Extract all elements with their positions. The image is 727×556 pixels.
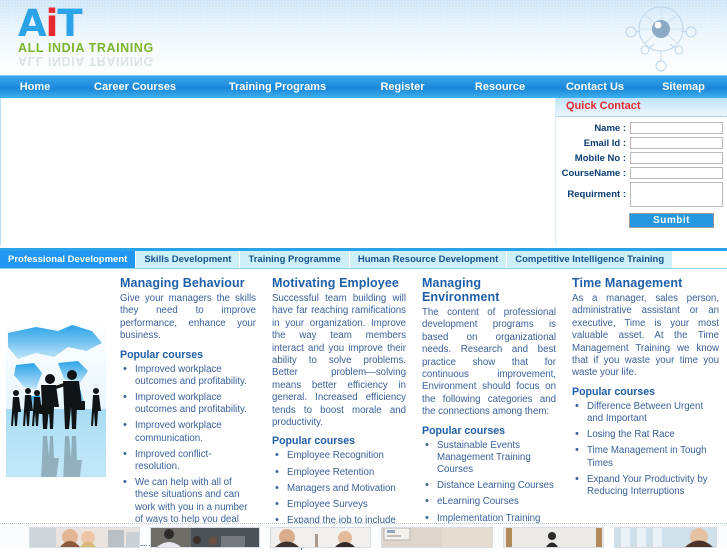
label-email-id: Email Id :: [583, 137, 626, 149]
list-item[interactable]: Employee Recognition: [275, 449, 406, 462]
logo-letter-t: T: [57, 2, 82, 45]
thumb-image: [381, 528, 493, 547]
list-item[interactable]: Managers and Motivation: [275, 482, 406, 495]
course-name-input[interactable]: [630, 167, 723, 179]
nav-item-resource[interactable]: Resource: [450, 76, 550, 98]
mobile-no-input[interactable]: [630, 152, 723, 164]
tab-professional-development[interactable]: Professional Development: [0, 251, 137, 268]
popular-courses-heading: Popular courses: [272, 435, 356, 448]
thumb-image: [30, 528, 139, 547]
popular-courses-list: Difference Between Urgent and Important …: [572, 400, 719, 498]
business-people-world-map-image: [6, 317, 106, 484]
banner-slider[interactable]: [0, 98, 556, 245]
quick-contact-title: Quick Contact: [556, 98, 727, 117]
list-item[interactable]: Improved workplace outcomes and profitab…: [123, 363, 256, 388]
list-item[interactable]: eLearning Courses: [425, 495, 556, 508]
tab-skills-development[interactable]: Skills Development: [136, 251, 241, 268]
nav-item-contact-us[interactable]: Contact Us: [550, 76, 640, 98]
field-row-name: Name :: [556, 122, 723, 134]
tab-strip-filler: [673, 251, 727, 268]
thumb-image: [504, 528, 604, 547]
column-managing-environment: Managing Environment The content of prof…: [414, 273, 564, 556]
popular-courses-heading: Popular courses: [572, 385, 656, 398]
content-columns: Managing Behaviour Give your managers th…: [0, 269, 727, 556]
nav-item-register[interactable]: Register: [355, 76, 450, 98]
site-header: AiT ALL INDIA TRAINING ALL INDIA TRAININ…: [0, 0, 727, 75]
sidebar-promo: [0, 273, 112, 556]
nav-item-home[interactable]: Home: [0, 76, 70, 98]
quick-contact-form: Name : Email Id : Mobile No : CourseName…: [556, 117, 727, 228]
column-motivating-employee: Motivating Employee Successful team buil…: [264, 273, 414, 556]
footer-thumbnail-strip: [0, 523, 727, 548]
column-body: Give your managers the skills they need …: [120, 293, 256, 342]
tab-training-programme[interactable]: Training Programme: [240, 251, 350, 268]
list-item[interactable]: Improved workplace outcomes and profitab…: [123, 391, 256, 416]
logo-letter-a: A: [18, 2, 47, 45]
list-item[interactable]: Time Management in Tough Times: [575, 444, 719, 469]
column-body: As a manager, sales person, administrati…: [572, 293, 719, 379]
column-title: Managing Behaviour: [120, 276, 245, 290]
tab-competitive-intelligence[interactable]: Competitive Intelligence Training: [507, 251, 674, 268]
logo-wordmark: AiT: [12, 4, 227, 44]
nav-item-sitemap[interactable]: Sitemap: [640, 76, 727, 98]
list-item[interactable]: Improved workplace communication.: [123, 419, 256, 444]
thumb-image: [270, 528, 370, 547]
quick-contact-panel: Quick Contact Name : Email Id : Mobile N…: [556, 98, 727, 245]
requirement-textarea[interactable]: [630, 182, 723, 207]
field-row-mobile: Mobile No :: [556, 152, 723, 164]
list-item[interactable]: Improved conflict-resolution.: [123, 448, 256, 473]
column-managing-behaviour: Managing Behaviour Give your managers th…: [112, 273, 264, 556]
globe-network-icon: [625, 6, 697, 72]
thumb-image: [615, 528, 717, 547]
list-item[interactable]: Expand Your Productivity by Reducing Int…: [575, 473, 719, 498]
field-row-course-name: CourseName :: [556, 167, 723, 179]
submit-button[interactable]: Sumbit: [629, 213, 714, 228]
column-title: Motivating Employee: [272, 276, 399, 290]
list-item[interactable]: Employee Surveys: [275, 498, 406, 511]
thumb-image: [150, 528, 259, 547]
list-item[interactable]: Difference Between Urgent and Important: [575, 400, 719, 425]
field-row-requirement: Requirment :: [556, 182, 723, 207]
page-root: AiT ALL INDIA TRAINING ALL INDIA TRAININ…: [0, 0, 727, 551]
site-logo[interactable]: AiT ALL INDIA TRAINING ALL INDIA TRAININ…: [12, 4, 227, 70]
popular-courses-heading: Popular courses: [422, 424, 506, 437]
list-item[interactable]: Losing the Rat Race: [575, 428, 719, 441]
category-tabs[interactable]: Professional Development Skills Developm…: [0, 251, 727, 269]
column-body: Successful team building will have far r…: [272, 293, 406, 429]
column-title: Time Management: [572, 276, 683, 290]
email-id-input[interactable]: [630, 137, 723, 149]
list-item[interactable]: Distance Learning Courses: [425, 479, 556, 492]
banner-row: Quick Contact Name : Email Id : Mobile N…: [0, 98, 727, 251]
column-body: The content of professional development …: [422, 307, 556, 418]
column-title: Managing Environment: [422, 276, 500, 304]
label-mobile-no: Mobile No :: [574, 152, 626, 164]
logo-letter-i: i: [45, 2, 59, 45]
label-name: Name :: [594, 122, 626, 134]
column-time-management: Time Management As a manager, sales pers…: [564, 273, 727, 556]
list-item[interactable]: Employee Retention: [275, 466, 406, 479]
tab-human-resource-development[interactable]: Human Resource Development: [349, 251, 508, 268]
logo-tagline: ALL INDIA TRAINING: [18, 41, 154, 55]
popular-courses-heading: Popular courses: [120, 348, 204, 361]
name-input[interactable]: [630, 122, 723, 134]
list-item[interactable]: Sustainable Events Management Training C…: [425, 439, 556, 477]
nav-item-training-programs[interactable]: Training Programs: [200, 76, 355, 98]
label-requirement: Requirment :: [567, 189, 626, 200]
main-navigation[interactable]: Home Career Courses Training Programs Re…: [0, 75, 727, 98]
label-course-name: CourseName :: [561, 167, 626, 179]
nav-item-career-courses[interactable]: Career Courses: [70, 76, 200, 98]
field-row-email: Email Id :: [556, 137, 723, 149]
logo-tagline-reflection: ALL INDIA TRAINING: [18, 54, 154, 68]
